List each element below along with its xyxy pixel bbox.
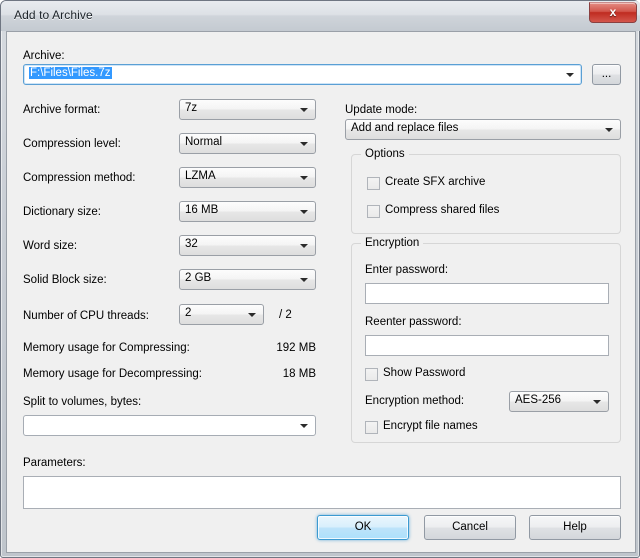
options-group: Options Create SFX archive Compress shar… — [351, 148, 621, 234]
checkbox-icon — [367, 205, 380, 218]
chevron-down-icon — [300, 424, 308, 428]
solid-block-size-label: Solid Block size: — [23, 274, 107, 286]
chevron-down-icon — [300, 244, 308, 248]
dictionary-size-value: 16 MB — [185, 204, 219, 216]
solid-block-size-combo[interactable]: 2 GB — [179, 269, 316, 290]
compression-level-value: Normal — [185, 136, 223, 148]
close-icon: x — [609, 5, 617, 19]
memory-compressing-value: 192 MB — [276, 342, 316, 354]
archive-format-value: 7z — [185, 102, 198, 114]
dictionary-size-label: Dictionary size: — [23, 206, 101, 218]
reenter-password-label: Reenter password: — [365, 316, 462, 328]
chevron-down-icon — [300, 176, 308, 180]
title-bar: Add to Archive x — [1, 1, 640, 31]
compression-level-combo[interactable]: Normal — [179, 133, 316, 154]
help-button[interactable]: Help — [529, 515, 621, 540]
encryption-group: Encryption Enter password: Reenter passw… — [351, 237, 621, 443]
archive-path-label: Archive: — [23, 50, 65, 62]
compression-method-combo[interactable]: LZMA — [179, 167, 316, 188]
archive-format-label: Archive format: — [23, 104, 101, 116]
encrypt-file-names-label: Encrypt file names — [383, 420, 478, 432]
dialog-client-area: Archive: F:\Files\Files.7z ... Archive f… — [6, 31, 636, 553]
cancel-button[interactable]: Cancel — [424, 515, 516, 540]
enter-password-label: Enter password: — [365, 264, 449, 276]
compression-method-value: LZMA — [185, 170, 216, 182]
word-size-combo[interactable]: 32 — [179, 235, 316, 256]
checkbox-icon — [365, 421, 378, 434]
compression-method-label: Compression method: — [23, 172, 136, 184]
options-group-title: Options — [361, 148, 409, 160]
compress-shared-files-label: Compress shared files — [385, 204, 500, 216]
parameters-label: Parameters: — [23, 457, 86, 469]
encryption-method-label: Encryption method: — [365, 395, 465, 407]
chevron-down-icon — [300, 142, 308, 146]
word-size-value: 32 — [185, 238, 198, 250]
split-volumes-label: Split to volumes, bytes: — [23, 396, 142, 408]
update-mode-value: Add and replace files — [351, 122, 459, 134]
cpu-threads-total: / 2 — [279, 309, 292, 321]
compression-level-label: Compression level: — [23, 138, 121, 150]
add-to-archive-dialog: Add to Archive x Archive: F:\Files\Files… — [0, 0, 640, 558]
update-mode-label: Update mode: — [345, 104, 418, 116]
chevron-down-icon — [300, 108, 308, 112]
chevron-down-icon — [605, 128, 613, 132]
cpu-threads-combo[interactable]: 2 — [179, 304, 264, 325]
archive-format-combo[interactable]: 7z — [179, 99, 316, 120]
cpu-threads-value: 2 — [185, 307, 192, 319]
memory-compressing-label: Memory usage for Compressing: — [23, 342, 190, 354]
window-title: Add to Archive — [14, 8, 93, 22]
chevron-down-icon — [300, 278, 308, 282]
parameters-input[interactable] — [23, 476, 621, 509]
encryption-method-value: AES-256 — [515, 394, 562, 406]
checkbox-icon — [367, 177, 380, 190]
show-password-label: Show Password — [383, 367, 466, 379]
encryption-group-title: Encryption — [361, 237, 424, 249]
archive-path-selected-text: F:\Files\Files.7z — [29, 67, 112, 79]
memory-decompressing-label: Memory usage for Decompressing: — [23, 368, 202, 380]
ok-button[interactable]: OK — [317, 515, 409, 540]
chevron-down-icon — [300, 210, 308, 214]
memory-decompressing-value: 18 MB — [282, 368, 316, 380]
split-volumes-combo[interactable] — [23, 415, 316, 436]
close-button[interactable]: x — [589, 2, 637, 23]
chevron-down-icon — [248, 313, 256, 317]
archive-path-combo[interactable]: F:\Files\Files.7z — [23, 64, 582, 85]
cpu-threads-label: Number of CPU threads: — [23, 310, 149, 322]
dictionary-size-combo[interactable]: 16 MB — [179, 201, 316, 222]
archive-path-value: F:\Files\Files.7z — [29, 67, 112, 79]
browse-button[interactable]: ... — [592, 64, 621, 85]
solid-block-size-value: 2 GB — [185, 272, 212, 284]
chevron-down-icon — [593, 400, 601, 404]
enter-password-input[interactable] — [365, 283, 609, 304]
reenter-password-input[interactable] — [365, 335, 609, 356]
word-size-label: Word size: — [23, 240, 78, 252]
encryption-method-combo[interactable]: AES-256 — [509, 391, 609, 412]
chevron-down-icon — [566, 73, 574, 77]
checkbox-icon — [365, 368, 378, 381]
update-mode-combo[interactable]: Add and replace files — [345, 119, 621, 140]
create-sfx-archive-label: Create SFX archive — [385, 176, 486, 188]
